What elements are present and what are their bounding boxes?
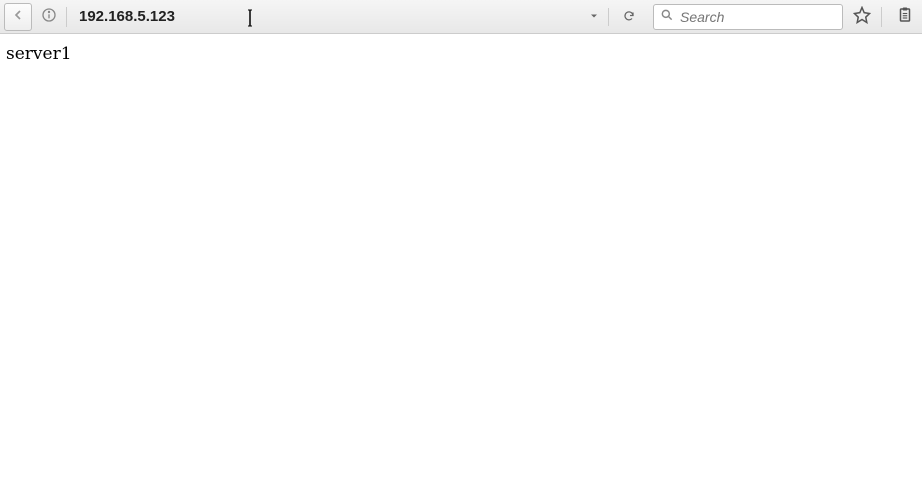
clipboard-icon bbox=[896, 6, 914, 27]
body-text: server1 bbox=[6, 44, 72, 64]
address-bar[interactable] bbox=[73, 4, 645, 30]
info-icon bbox=[41, 7, 57, 26]
arrow-left-icon bbox=[10, 7, 26, 26]
star-icon bbox=[853, 6, 871, 27]
url-input[interactable] bbox=[79, 8, 580, 25]
reload-button[interactable] bbox=[619, 7, 639, 27]
reading-list-button[interactable] bbox=[892, 4, 918, 30]
separator bbox=[66, 7, 67, 27]
search-icon bbox=[660, 8, 674, 25]
bookmark-button[interactable] bbox=[849, 4, 875, 30]
chevron-down-icon bbox=[588, 9, 600, 25]
back-button[interactable] bbox=[4, 3, 32, 31]
separator bbox=[608, 8, 609, 26]
search-box[interactable] bbox=[653, 4, 843, 30]
search-input[interactable] bbox=[680, 9, 862, 25]
site-info-button[interactable] bbox=[38, 3, 60, 31]
reload-icon bbox=[623, 9, 635, 25]
history-dropdown-button[interactable] bbox=[584, 7, 604, 27]
separator bbox=[881, 7, 882, 27]
browser-toolbar bbox=[0, 0, 922, 34]
page-content: server1 bbox=[0, 34, 922, 74]
